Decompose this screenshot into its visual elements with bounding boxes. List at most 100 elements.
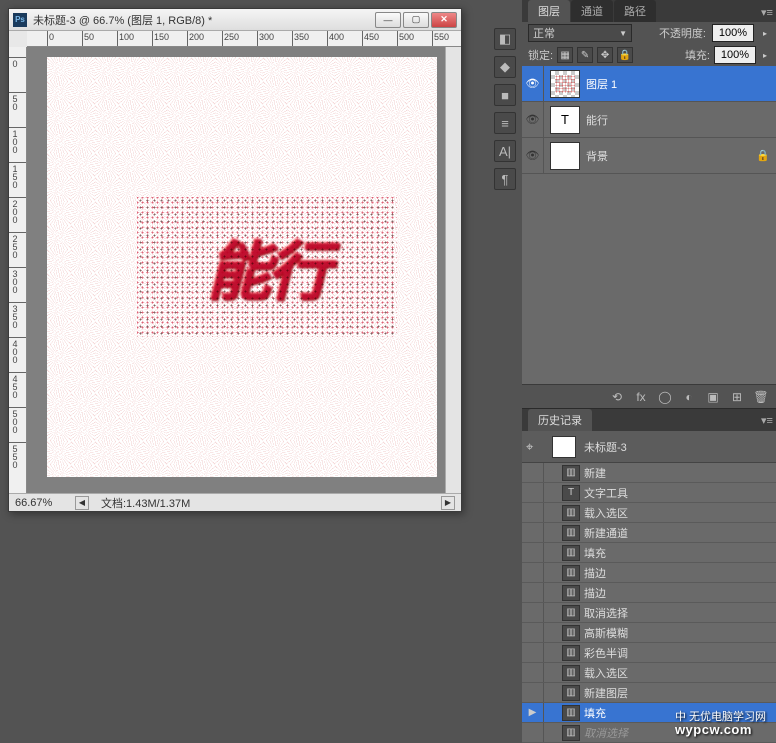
history-step-name: 载入选区 bbox=[584, 665, 628, 681]
history-step[interactable]: ▥载入选区 bbox=[522, 503, 776, 523]
layer-visibility-icon[interactable]: 👁 bbox=[522, 102, 544, 137]
collapsed-panel-icon[interactable]: ¶ bbox=[494, 168, 516, 190]
fill-label: 填充: bbox=[685, 47, 710, 63]
history-brush-well[interactable] bbox=[522, 723, 544, 742]
layer-thumb[interactable] bbox=[550, 142, 580, 170]
canvas-viewport[interactable]: 能行 bbox=[27, 47, 445, 493]
layer-name[interactable]: 能行 bbox=[586, 112, 756, 128]
zoom-level[interactable]: 66.67% bbox=[15, 497, 63, 509]
history-brush-well[interactable] bbox=[522, 543, 544, 562]
history-step[interactable]: ▥取消选择 bbox=[522, 603, 776, 623]
history-brush-well[interactable] bbox=[522, 483, 544, 502]
history-step-icon: ▥ bbox=[562, 505, 580, 521]
history-step-icon: ▥ bbox=[562, 545, 580, 561]
history-brush-well[interactable]: ▶ bbox=[522, 703, 544, 722]
document-titlebar[interactable]: Ps 未标题-3 @ 66.7% (图层 1, RGB/8) * — ▢ ✕ bbox=[9, 9, 461, 31]
layer-row[interactable]: 👁 图层 1 bbox=[522, 66, 776, 102]
collapsed-panel-icon[interactable]: ◆ bbox=[494, 56, 516, 78]
layer-thumb[interactable]: T bbox=[550, 106, 580, 134]
fill-dropdown-icon[interactable]: ▸ bbox=[760, 51, 770, 60]
collapsed-panel-strip: ◧ ◆ ■ ≡ A| ¶ bbox=[490, 0, 520, 743]
layers-footer-icon[interactable]: ⊞ bbox=[728, 388, 746, 406]
history-step[interactable]: ▥新建通道 bbox=[522, 523, 776, 543]
history-step[interactable]: ▶ ▥填充 bbox=[522, 703, 776, 723]
history-step[interactable]: ▥描边 bbox=[522, 583, 776, 603]
history-brush-well[interactable] bbox=[522, 683, 544, 702]
history-step[interactable]: ▥载入选区 bbox=[522, 663, 776, 683]
vertical-ruler[interactable]: 050100150200250300350400450500550 bbox=[9, 47, 27, 493]
collapsed-panel-icon[interactable]: ≡ bbox=[494, 112, 516, 134]
history-step[interactable]: ▥描边 bbox=[522, 563, 776, 583]
history-step-icon: ▥ bbox=[562, 645, 580, 661]
layers-footer-icon[interactable]: ▣ bbox=[704, 388, 722, 406]
history-step-icon: T bbox=[562, 485, 580, 501]
history-step-icon: ▥ bbox=[562, 465, 580, 481]
history-brush-well[interactable] bbox=[522, 603, 544, 622]
history-tabs: 历史记录 ▾≡ bbox=[522, 409, 776, 431]
collapsed-panel-icon[interactable]: ◧ bbox=[494, 28, 516, 50]
layers-footer-icon[interactable]: 🗑 bbox=[752, 388, 770, 406]
history-step[interactable]: ▥新建 bbox=[522, 463, 776, 483]
layers-footer-icon[interactable]: fx bbox=[632, 388, 650, 406]
lock-pixels-icon[interactable]: ✎ bbox=[577, 47, 593, 63]
history-menu-icon[interactable]: ▾≡ bbox=[758, 411, 776, 430]
history-step-name: 填充 bbox=[584, 705, 606, 721]
fill-input[interactable]: 100% bbox=[714, 46, 756, 64]
opacity-dropdown-icon[interactable]: ▸ bbox=[760, 29, 770, 38]
layers-footer-icon[interactable]: ⟲ bbox=[608, 388, 626, 406]
collapsed-panel-icon[interactable]: A| bbox=[494, 140, 516, 162]
tab-layers[interactable]: 图层 bbox=[528, 0, 570, 22]
history-brush-well[interactable] bbox=[522, 663, 544, 682]
history-brush-well[interactable] bbox=[522, 583, 544, 602]
maximize-button[interactable]: ▢ bbox=[403, 12, 429, 28]
lock-position-icon[interactable]: ✥ bbox=[597, 47, 613, 63]
collapsed-panel-icon[interactable]: ■ bbox=[494, 84, 516, 106]
history-step[interactable]: ▥填充 bbox=[522, 543, 776, 563]
history-step-name: 填充 bbox=[584, 545, 606, 561]
layer-name[interactable]: 图层 1 bbox=[586, 76, 756, 92]
history-step-icon: ▥ bbox=[562, 705, 580, 721]
history-brush-source-icon[interactable]: ⌖ bbox=[526, 439, 544, 455]
lock-label: 锁定: bbox=[528, 47, 553, 63]
minimize-button[interactable]: — bbox=[375, 12, 401, 28]
layers-footer-icon[interactable]: ◐ bbox=[680, 388, 698, 406]
horizontal-ruler[interactable]: 050100150200250300350400450500550 bbox=[27, 31, 461, 47]
layer-visibility-icon[interactable]: 👁 bbox=[522, 138, 544, 173]
history-step[interactable]: ▥新建图层 bbox=[522, 683, 776, 703]
lock-transparency-icon[interactable]: ▦ bbox=[557, 47, 573, 63]
history-brush-well[interactable] bbox=[522, 643, 544, 662]
layer-thumb[interactable] bbox=[550, 70, 580, 98]
chevron-down-icon: ▼ bbox=[619, 29, 627, 38]
close-button[interactable]: ✕ bbox=[431, 12, 457, 28]
history-brush-well[interactable] bbox=[522, 463, 544, 482]
blend-mode-dropdown[interactable]: 正常 ▼ bbox=[528, 24, 632, 42]
tab-history[interactable]: 历史记录 bbox=[528, 409, 592, 431]
layer-name[interactable]: 背景 bbox=[586, 148, 756, 164]
history-brush-well[interactable] bbox=[522, 563, 544, 582]
history-brush-well[interactable] bbox=[522, 623, 544, 642]
lock-all-icon[interactable]: 🔒 bbox=[617, 47, 633, 63]
tab-channels[interactable]: 通道 bbox=[571, 0, 613, 22]
layer-visibility-icon[interactable]: 👁 bbox=[522, 66, 544, 101]
layer-row[interactable]: 👁背景🔒 bbox=[522, 138, 776, 174]
history-snapshot[interactable]: ⌖ 未标题-3 bbox=[522, 431, 776, 463]
history-step-name: 高斯模糊 bbox=[584, 625, 628, 641]
canvas[interactable]: 能行 bbox=[47, 57, 437, 477]
history-brush-well[interactable] bbox=[522, 503, 544, 522]
opacity-input[interactable]: 100% bbox=[712, 24, 754, 42]
history-step[interactable]: T文字工具 bbox=[522, 483, 776, 503]
panel-menu-icon[interactable]: ▾≡ bbox=[758, 3, 776, 22]
status-arrow-right-icon[interactable]: ▶ bbox=[441, 496, 455, 510]
layer-row[interactable]: 👁T 能行 bbox=[522, 102, 776, 138]
layers-footer-icon[interactable]: ◯ bbox=[656, 388, 674, 406]
history-step[interactable]: ▥取消选择 bbox=[522, 723, 776, 743]
history-step[interactable]: ▥彩色半调 bbox=[522, 643, 776, 663]
vertical-scrollbar[interactable] bbox=[445, 47, 461, 493]
history-step-name: 取消选择 bbox=[584, 725, 628, 741]
history-step-name: 文字工具 bbox=[584, 485, 628, 501]
history-brush-well[interactable] bbox=[522, 523, 544, 542]
layers-panel: 正常 ▼ 不透明度: 100% ▸ 锁定: ▦ ✎ ✥ 🔒 填充: 100% ▸… bbox=[522, 22, 776, 409]
status-arrow-left-icon[interactable]: ◀ bbox=[75, 496, 89, 510]
tab-paths[interactable]: 路径 bbox=[614, 0, 656, 22]
history-step[interactable]: ▥高斯模糊 bbox=[522, 623, 776, 643]
